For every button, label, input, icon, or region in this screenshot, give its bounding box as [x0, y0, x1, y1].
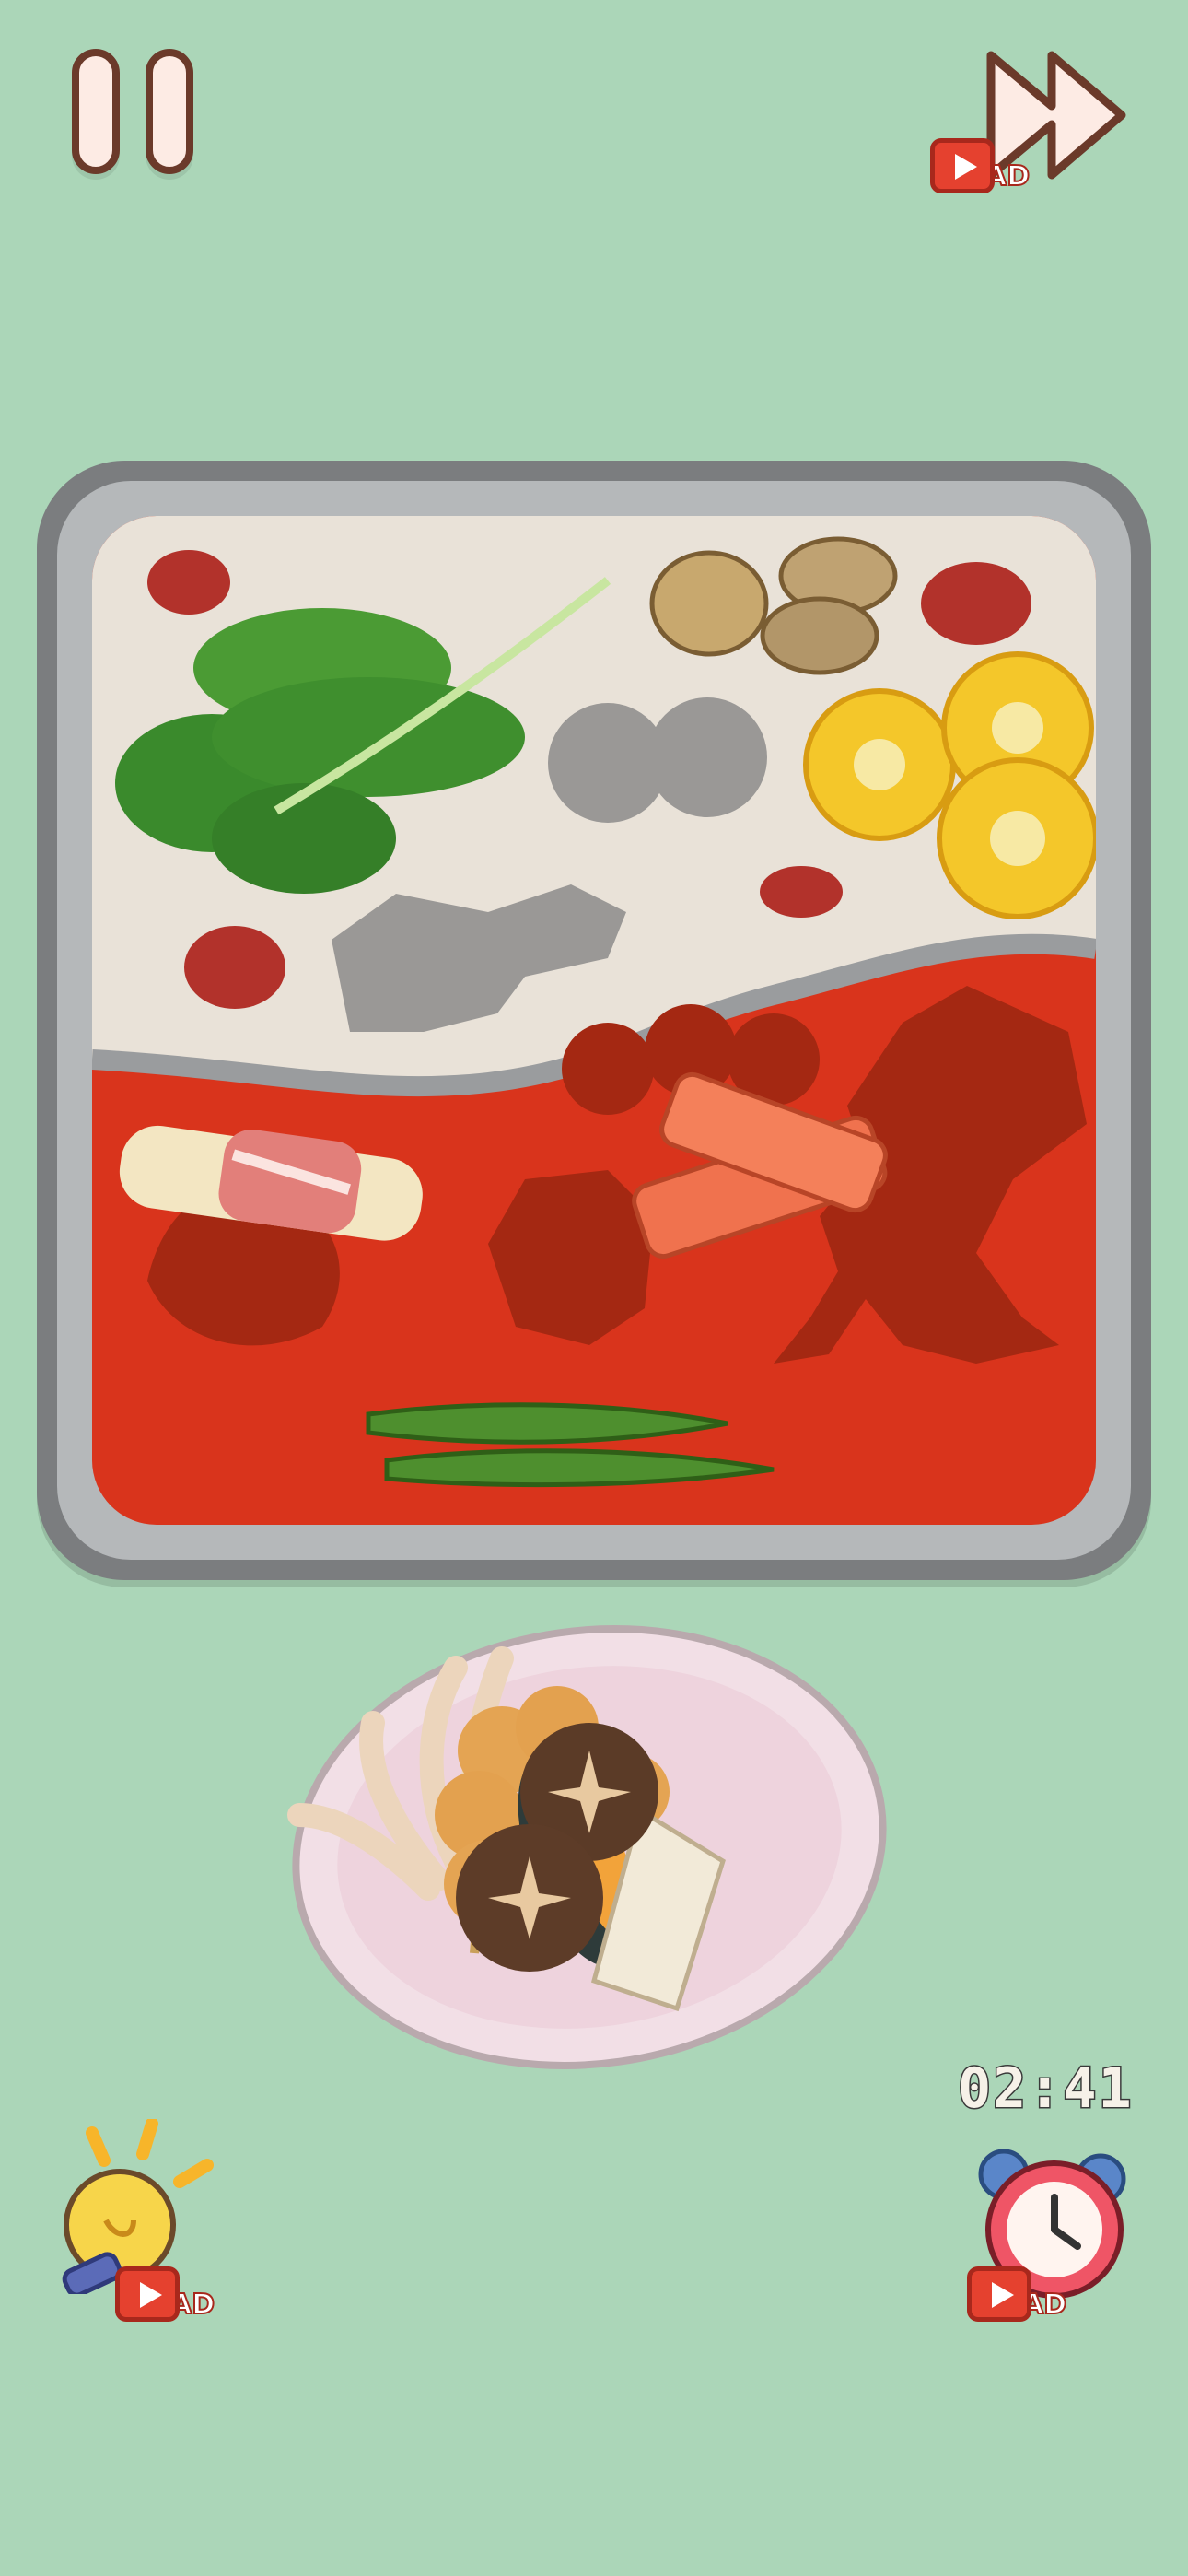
countdown-timer: 02:41 [957, 2055, 1134, 2123]
ad-badge: AD [930, 138, 1031, 193]
ad-badge: AD [967, 2266, 1067, 2322]
sausage [760, 866, 843, 918]
hotpot-pot [92, 516, 1096, 1525]
pause-button[interactable] [64, 41, 212, 189]
video-icon [967, 2266, 1031, 2322]
empty-slot-fish-tofu [488, 1170, 654, 1345]
hint-button[interactable]: AD [51, 2117, 226, 2331]
hotpot-tray [37, 461, 1151, 1580]
ad-badge: AD [115, 2266, 215, 2322]
sausage [921, 562, 1031, 645]
sausage [184, 926, 285, 1009]
pause-icon-bar [146, 49, 193, 174]
add-time-button[interactable]: AD [958, 2137, 1142, 2340]
okra [366, 1402, 775, 1488]
ingredient-plate [281, 1603, 898, 2119]
empty-slot-fish-balls [647, 697, 767, 817]
skip-level-button[interactable]: AD [930, 37, 1133, 193]
sausage [147, 550, 230, 615]
pause-icon [72, 49, 120, 174]
empty-slot-skewer [562, 1023, 654, 1115]
video-icon [930, 138, 995, 193]
video-icon [115, 2266, 180, 2322]
